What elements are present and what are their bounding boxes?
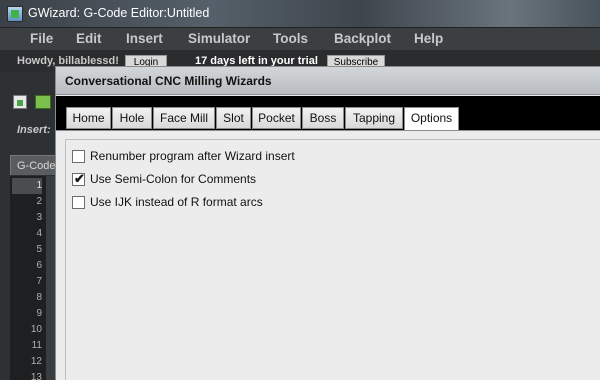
line-number: 8: [36, 292, 42, 303]
ijk-checkbox[interactable]: [72, 196, 85, 209]
dialog-titlebar[interactable]: Conversational CNC Milling Wizards: [56, 67, 600, 95]
option-label: Use IJK instead of R format arcs: [90, 195, 263, 209]
window-titlebar: GWizard: G-Code Editor:Untitled: [0, 0, 600, 28]
line-number: 1: [12, 178, 42, 194]
tab-boss[interactable]: Boss: [302, 107, 344, 129]
dialog-header-strip: [56, 96, 600, 107]
options-panel: Renumber program after Wizard insert ✔ U…: [56, 130, 600, 380]
menu-tools[interactable]: Tools: [273, 31, 308, 46]
tab-face-mill[interactable]: Face Mill: [153, 107, 215, 129]
tab-tapping[interactable]: Tapping: [345, 107, 403, 129]
semicolon-checkbox[interactable]: ✔: [72, 171, 85, 186]
open-file-icon[interactable]: [35, 95, 51, 109]
line-number: 9: [36, 308, 42, 319]
wizard-tab-row: Home Hole Face Mill Slot Pocket Boss Tap…: [56, 107, 600, 130]
option-label: Use Semi-Colon for Comments: [90, 172, 257, 186]
tab-options[interactable]: Options: [404, 107, 459, 130]
dialog-title: Conversational CNC Milling Wizards: [65, 74, 272, 88]
renumber-checkbox[interactable]: [72, 150, 85, 163]
line-number: 13: [30, 372, 42, 380]
tab-slot[interactable]: Slot: [216, 107, 251, 129]
line-number: 7: [36, 276, 42, 287]
line-number-gutter: 1 2 3 4 5 6 7 8 9 10 11 12 13: [10, 176, 46, 380]
insert-label: Insert:: [17, 124, 51, 136]
window-title: GWizard: G-Code Editor:Untitled: [28, 6, 210, 20]
menu-insert[interactable]: Insert: [126, 31, 163, 46]
line-number: 11: [31, 340, 42, 351]
menu-edit[interactable]: Edit: [76, 31, 102, 46]
checkmark-icon: ✔: [74, 171, 85, 186]
line-number: 5: [36, 244, 42, 255]
line-number: 4: [36, 228, 42, 239]
tab-home[interactable]: Home: [66, 107, 111, 129]
tab-hole[interactable]: Hole: [112, 107, 152, 129]
line-number: 10: [30, 324, 42, 335]
tab-pocket[interactable]: Pocket: [252, 107, 301, 129]
menubar: File Edit Insert Simulator Tools Backplo…: [0, 28, 600, 50]
line-number: 2: [36, 196, 42, 207]
line-number: 12: [30, 356, 42, 367]
new-file-icon[interactable]: [13, 95, 27, 109]
menu-help[interactable]: Help: [414, 31, 443, 46]
menu-simulator[interactable]: Simulator: [188, 31, 250, 46]
line-number: 6: [36, 260, 42, 271]
option-label: Renumber program after Wizard insert: [90, 149, 295, 163]
line-number: 3: [36, 212, 42, 223]
menu-backplot[interactable]: Backplot: [334, 31, 391, 46]
menu-file[interactable]: File: [30, 31, 53, 46]
app-icon: [7, 6, 23, 22]
wizard-dialog: Conversational CNC Milling Wizards Home …: [55, 66, 600, 380]
